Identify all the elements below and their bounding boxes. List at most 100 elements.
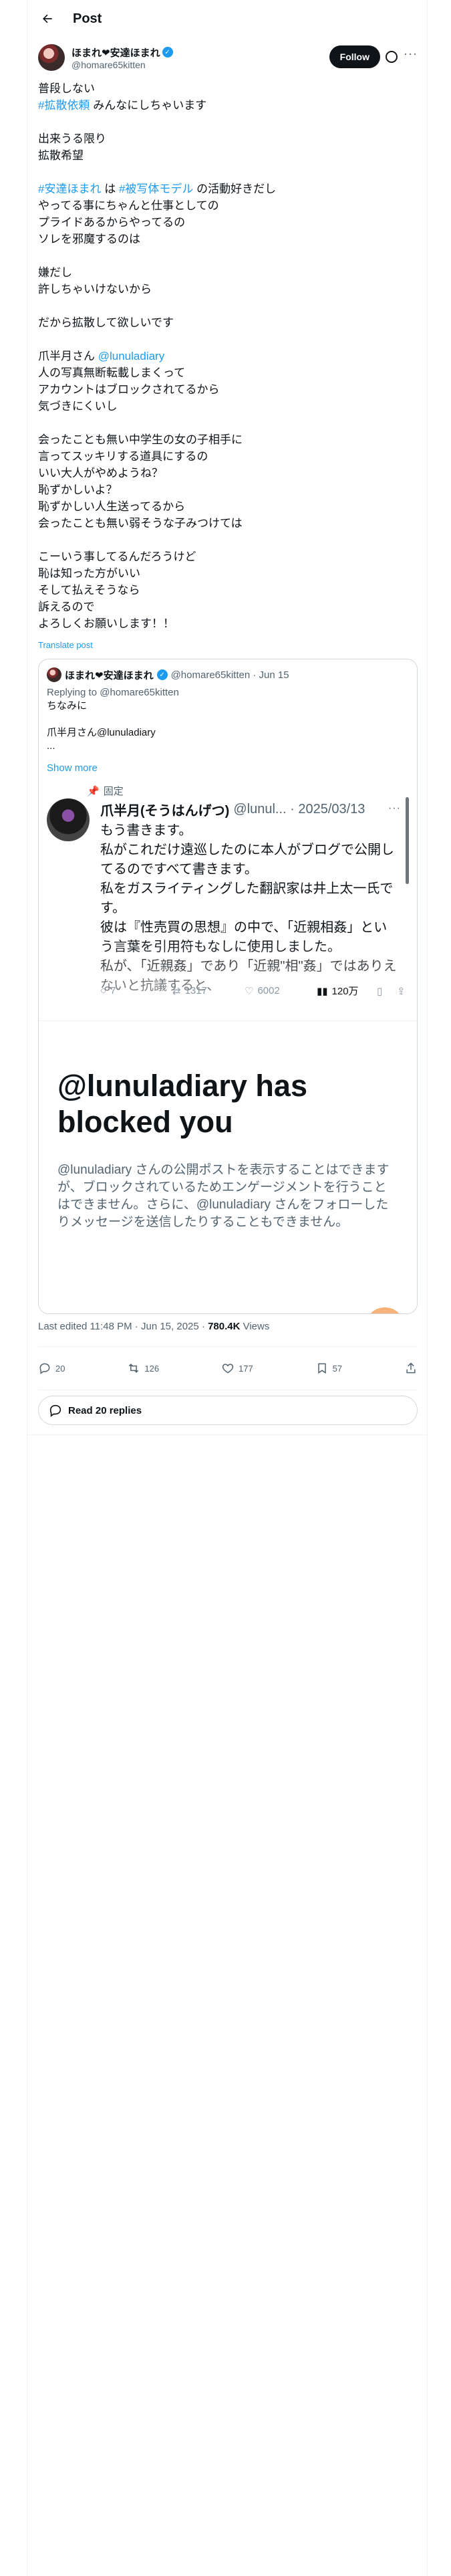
author-names: ほまれ❤安達ほまれ ✓ @homare65kitten: [71, 45, 173, 70]
post-line: [38, 532, 418, 548]
embedded-line: もう書きます。: [100, 823, 192, 838]
post-line: 爪半月さん @lunuladiary: [38, 348, 418, 364]
blocked-text: @lunuladiary さんの公開ポストを表示することはできますが、ブロックさ…: [57, 1163, 390, 1229]
display-name: 爪半月(そうはんげつ): [100, 804, 230, 819]
post-line: #拡散依頼 みんなにしちゃいます: [38, 97, 418, 114]
embedded-actions: ○ 7 ⇄ 1317 ♡ 6002 ▮▮ 120万 ▯ ⇪: [100, 985, 406, 997]
reply-icon: ○: [100, 985, 107, 996]
quote-ellipsis: ...: [47, 740, 55, 752]
blocked-notice-image: @lunuladiary has blocked you @lunuladiar…: [39, 1021, 417, 1313]
quote-meta: @homare65kitten · Jun 15: [170, 669, 289, 681]
post-line: アカウントはブロックされてるから: [38, 381, 418, 398]
post-text-segment: ソレを邪魔するのは: [38, 233, 140, 245]
verified-icon: ✓: [156, 669, 168, 680]
quoted-post[interactable]: ほまれ❤安達ほまれ ✓ @homare65kitten · Jun 15 Rep…: [38, 659, 418, 1314]
post-text-segment: 訴えるので: [38, 601, 95, 613]
post-line: 許しちゃいけないから: [38, 281, 418, 298]
post-text-segment: 気づきにくいし: [38, 400, 118, 413]
share-icon: ⇪: [397, 985, 406, 997]
handle[interactable]: @homare65kitten: [71, 60, 173, 70]
back-button[interactable]: [35, 7, 59, 31]
post-text-segment: 会ったことも無い弱そうな子みつけては: [38, 517, 243, 530]
post-text-segment: みんなにしちゃいます: [93, 99, 207, 112]
avatar[interactable]: [38, 44, 65, 71]
post-line: #安達ほまれ は #被写体モデル の活動好きだし: [38, 181, 418, 197]
post-text-segment: プライドあるからやってるの: [38, 216, 186, 229]
post-text-segment: そして払えそうなら: [38, 584, 140, 597]
read-replies-button[interactable]: Read 20 replies: [38, 1396, 418, 1425]
views-icon: ▮▮: [317, 985, 328, 997]
scrollbar: [406, 797, 409, 884]
post-text-segment: 恥ずかしいよ？: [38, 484, 118, 496]
post-text-segment: よろしくお願いします！！: [38, 617, 174, 630]
post-text-segment: の活動好きだし: [196, 183, 277, 195]
post-line: 恥ずかしい人生送ってるから: [38, 498, 418, 515]
page-title: Post: [73, 11, 102, 26]
decoration: [365, 1307, 405, 1313]
follow-button[interactable]: Follow: [329, 45, 380, 68]
post-text-segment: 出来うる限り: [38, 132, 106, 145]
top-bar: Post: [27, 0, 428, 37]
post-line: 気づきにくいし: [38, 398, 418, 415]
post-text-segment: 恥は知った方がいい: [38, 567, 140, 580]
grok-icon[interactable]: [386, 51, 398, 63]
embedded-line: 彼は『性売買の思想』の中で、「近親相姦」とい: [100, 920, 388, 935]
heart-icon: [222, 1364, 234, 1374]
post-text-segment: 普段しない: [38, 82, 95, 95]
embedded-author: 爪半月(そうはんげつ) @lunul... · 2025/03/13: [100, 800, 410, 819]
post-text-segment: 会ったことも無い中学生の女の子相手に: [38, 433, 243, 446]
post-line: 会ったことも無い弱そうな子みつけては: [38, 515, 418, 532]
post-text: 普段しない #拡散依頼 みんなにしちゃいます出来うる限り 拡散希望 #安達ほまれ は …: [38, 80, 418, 632]
hashtag-link[interactable]: #拡散依頼: [38, 99, 90, 112]
post-line: 人の写真無断転載しまくって: [38, 364, 418, 381]
post-text-segment: 言ってスッキリする道具にするの: [38, 450, 208, 463]
display-name: ほまれ❤安達ほまれ: [65, 669, 154, 681]
repost-button[interactable]: 126: [127, 1362, 159, 1375]
post-line: 普段しない: [38, 80, 418, 97]
translate-link[interactable]: Translate post: [38, 640, 93, 650]
post-text-segment: 爪半月さん: [38, 350, 95, 362]
reply-icon: [39, 1363, 50, 1374]
reply-button[interactable]: 20: [38, 1362, 65, 1375]
post-line: こーいう事してるんだろうけど: [38, 548, 418, 565]
post-line: ソレを邪魔するのは: [38, 231, 418, 247]
post-line: [38, 164, 418, 181]
like-button[interactable]: 177: [221, 1362, 253, 1375]
quote-line: 爪半月さん@lunuladiary: [47, 727, 156, 738]
post-text-segment: 拡散希望: [38, 149, 84, 162]
post-timestamp: Last edited 11:48 PM · Jun 15, 2025 · 78…: [38, 1321, 270, 1332]
divider: [38, 1346, 418, 1347]
embedded-line: 私がこれだけ遠巡したのに本人がブログで公開し: [100, 843, 394, 857]
embedded-line: てるのですべて書きます。: [100, 862, 258, 877]
embedded-line: う言葉を引用符もなしに使用しました。: [100, 940, 341, 954]
quote-author: ほまれ❤安達ほまれ ✓ @homare65kitten · Jun 15: [47, 667, 289, 682]
hashtag-link[interactable]: #被写体モデル: [119, 183, 193, 195]
more-icon: ···: [388, 802, 401, 814]
hashtag-link[interactable]: #安達ほまれ: [38, 183, 101, 195]
mention-link[interactable]: @lunuladiary: [98, 350, 164, 362]
arrow-left-icon: [43, 14, 52, 23]
post-text-segment: 嫌だし: [38, 266, 72, 279]
post-text-segment: だから拡散して欲しいです: [38, 316, 174, 329]
post-line: そして払えそうなら: [38, 582, 418, 599]
share-button[interactable]: [404, 1362, 418, 1375]
view-count: 780.4K: [208, 1321, 241, 1332]
post-line: 訴えるので: [38, 599, 418, 615]
bookmark-button[interactable]: 57: [315, 1362, 342, 1375]
post-line: 恥は知った方がいい: [38, 565, 418, 582]
post-line: 会ったことも無い中学生の女の子相手に: [38, 431, 418, 448]
repost-icon: ⇄: [172, 985, 181, 997]
post-text-segment: 人の写真無断転載しまくって: [38, 366, 186, 379]
post-text-segment: 恥ずかしい人生送ってるから: [38, 500, 186, 513]
main-column: Post ほまれ❤安達ほまれ ✓ @homare65kitten Follow …: [27, 0, 428, 2576]
post-text-segment: アカウントはブロックされてるから: [38, 383, 220, 396]
display-name[interactable]: ほまれ❤安達ほまれ: [71, 45, 160, 60]
embedded-text: もう書きます。私がこれだけ遠巡したのに本人がブログで公開し てるのですべて書きます…: [100, 821, 404, 996]
show-more-link[interactable]: Show more: [47, 762, 98, 774]
post-text-segment: やってる事にちゃんと仕事としての: [38, 199, 219, 212]
bookmark-icon: [317, 1363, 326, 1374]
more-icon[interactable]: ···: [404, 47, 418, 61]
post-line: よろしくお願いします！！: [38, 615, 418, 632]
quote-text: Replying to @homare65kitten ちなみに 爪半月さん@l…: [47, 686, 179, 753]
reply-icon: [49, 1404, 61, 1417]
